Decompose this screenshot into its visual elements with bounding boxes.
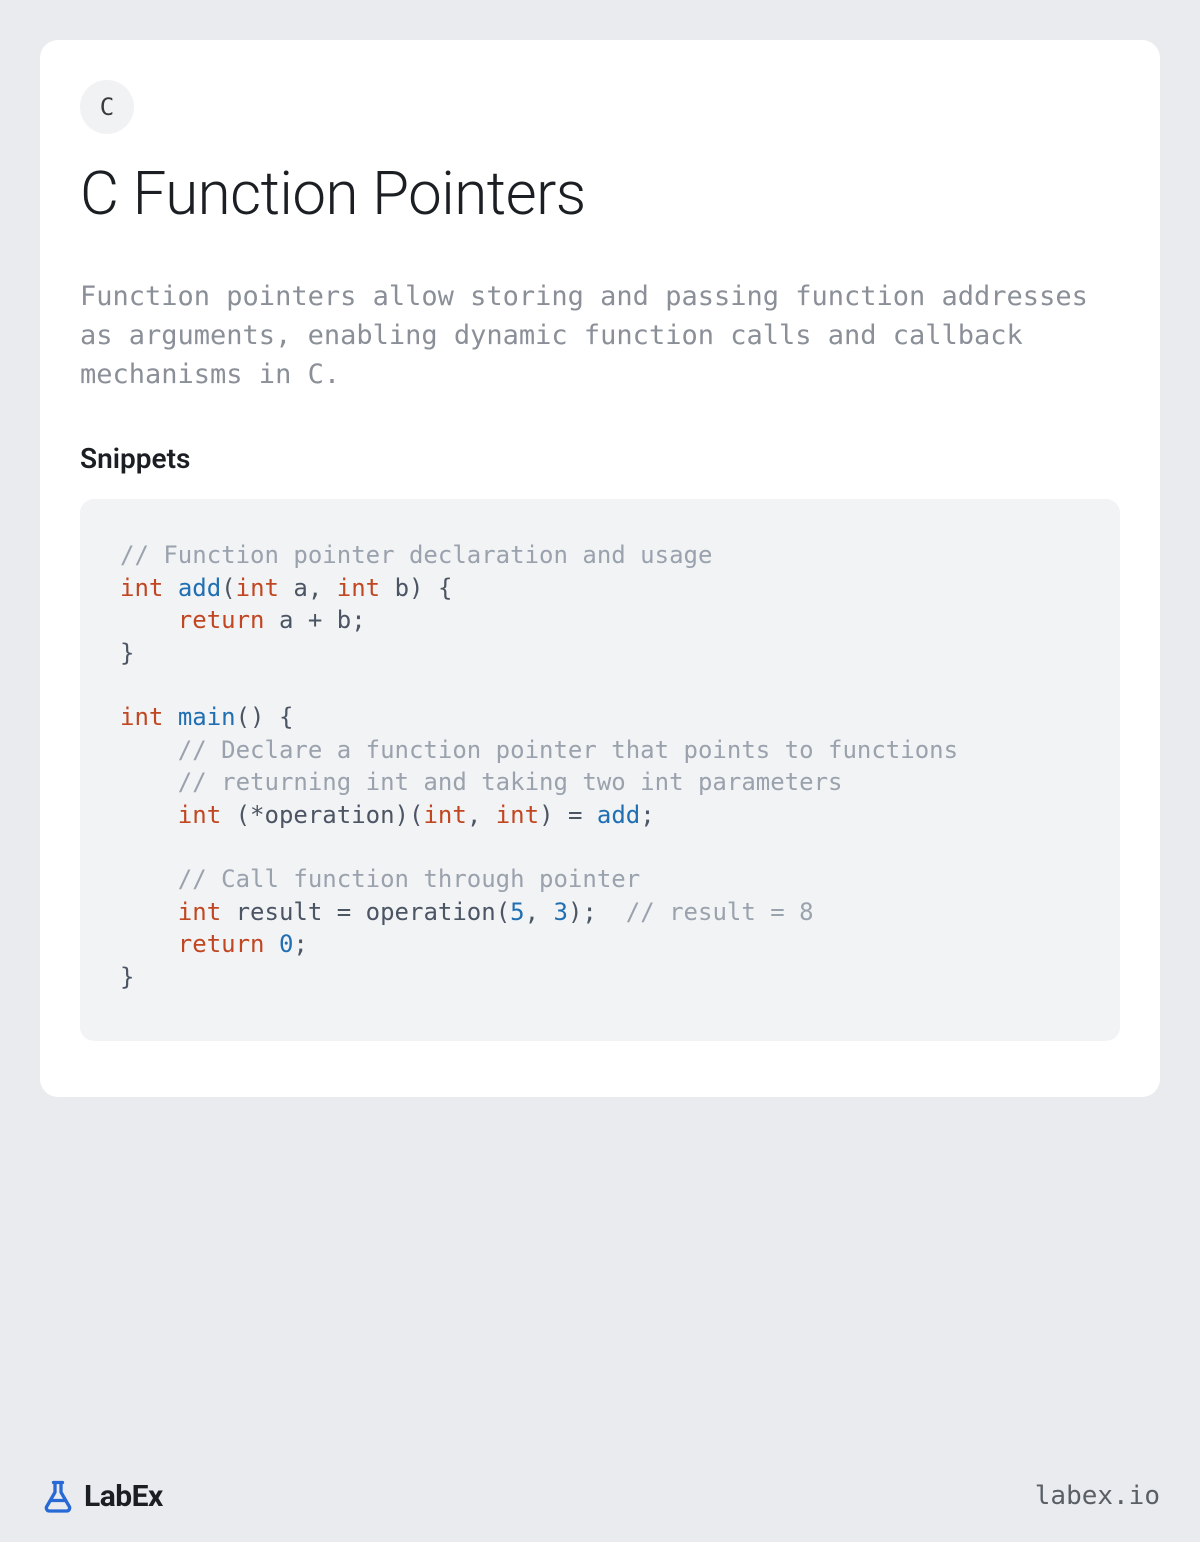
code-text: ; [293,930,307,958]
code-fn: add [178,574,221,602]
code-keyword: int [236,574,279,602]
code-text [120,898,178,926]
code-comment: // returning int and taking two int para… [120,768,842,796]
code-text: } [120,963,134,991]
code-text [120,606,178,634]
code-keyword: int [178,801,221,829]
code-text: , [467,801,496,829]
code-fn: add [597,801,640,829]
code-keyword: int [120,703,163,731]
code-text: (*operation)( [221,801,423,829]
code-text: () { [236,703,294,731]
code-text: ); [568,898,626,926]
code-text: a + b; [265,606,366,634]
code-text: b) { [380,574,452,602]
code-text: a, [279,574,337,602]
footer: LabEx labex.io [40,1478,1160,1514]
code-keyword: int [496,801,539,829]
flask-icon [40,1478,76,1514]
section-heading: Snippets [80,442,1120,475]
code-comment: // Function pointer declaration and usag… [120,541,712,569]
page-title: C Function Pointers [80,158,1120,229]
code-text [120,801,178,829]
language-badge: C [80,80,134,134]
language-badge-letter: C [100,93,114,121]
code-text [120,930,178,958]
description-text: Function pointers allow storing and pass… [80,277,1120,394]
code-keyword: int [337,574,380,602]
brand-name: LabEx [84,1479,163,1514]
code-keyword: return [178,930,265,958]
code-text: ; [640,801,654,829]
brand: LabEx [40,1478,163,1514]
code-text [163,574,177,602]
code-keyword: return [178,606,265,634]
code-text: ) = [539,801,597,829]
code-text [265,930,279,958]
code-number: 5 [510,898,524,926]
code-keyword: int [178,898,221,926]
code-snippet: // Function pointer declaration and usag… [80,499,1120,1040]
code-text: } [120,639,134,667]
code-text: ( [221,574,235,602]
code-comment: // Declare a function pointer that point… [120,736,958,764]
code-comment: // result = 8 [626,898,814,926]
code-fn: main [178,703,236,731]
code-keyword: int [120,574,163,602]
content-card: C C Function Pointers Function pointers … [40,40,1160,1097]
code-number: 3 [554,898,568,926]
code-number: 0 [279,930,293,958]
code-comment: // Call function through pointer [120,865,640,893]
site-url: labex.io [1035,1481,1160,1511]
code-text: result = operation( [221,898,510,926]
code-keyword: int [423,801,466,829]
code-text [163,703,177,731]
code-text: , [525,898,554,926]
